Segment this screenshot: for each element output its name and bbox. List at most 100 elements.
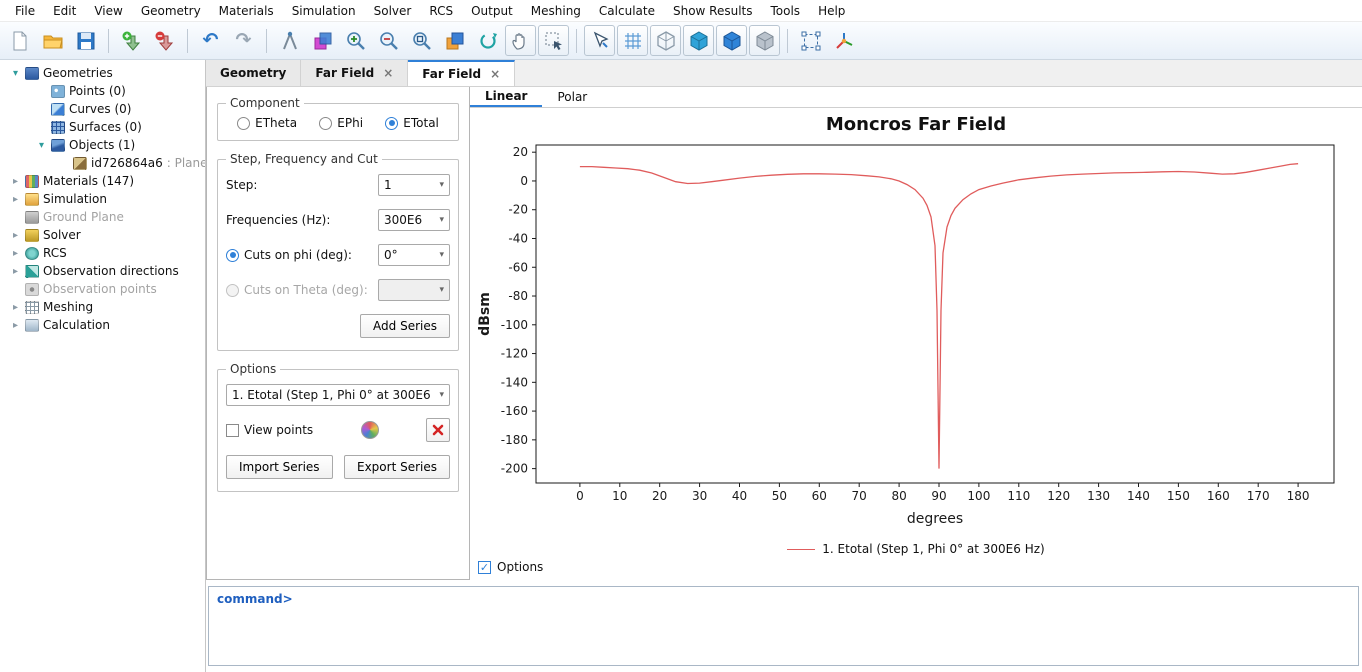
tree-item-curves[interactable]: Curves (0)	[0, 100, 205, 118]
options-checkbox[interactable]	[478, 561, 491, 574]
tree-item-materials[interactable]: Materials (147)	[0, 172, 205, 190]
series-dropdown[interactable]: 1. Etotal (Step 1, Phi 0° at 300E6 Hz)	[226, 384, 450, 406]
select-area-button[interactable]	[538, 25, 569, 56]
remove-item-button[interactable]	[149, 25, 180, 56]
chevron-right-icon[interactable]	[10, 320, 21, 331]
rcs-icon	[25, 247, 39, 260]
radio-ephi[interactable]: EPhi	[319, 116, 363, 130]
grid-button[interactable]	[617, 25, 648, 56]
tree-item-label: RCS	[43, 246, 67, 260]
pan-icon	[510, 30, 532, 52]
primitives-button[interactable]	[307, 25, 338, 56]
tree-item-calculation[interactable]: Calculation	[0, 316, 205, 334]
chevron-right-icon[interactable]	[10, 230, 21, 241]
tree-item-rcs[interactable]: RCS	[0, 244, 205, 262]
tree-item-label: Simulation	[43, 192, 107, 206]
tree-item-points[interactable]: Points (0)	[0, 82, 205, 100]
import-series-button[interactable]: Import Series	[226, 455, 333, 479]
chevron-right-icon[interactable]	[10, 266, 21, 277]
menu-geometry[interactable]: Geometry	[132, 2, 210, 20]
hidden-line-view-button[interactable]	[749, 25, 780, 56]
tab-polar[interactable]: Polar	[542, 87, 602, 107]
chevron-down-icon[interactable]	[10, 68, 21, 79]
tree-item-plane-object[interactable]: id726864a6 : Plane	[0, 154, 205, 172]
undo-button[interactable]: ↶	[195, 25, 226, 56]
pick-button[interactable]	[584, 25, 615, 56]
menu-file[interactable]: File	[6, 2, 44, 20]
radio-cuts-on-phi[interactable]: Cuts on phi (deg):	[226, 248, 352, 262]
phi-cut-dropdown[interactable]: 0°	[378, 244, 450, 266]
compass-button[interactable]	[274, 25, 305, 56]
svg-text:50: 50	[772, 489, 787, 503]
series-color-button[interactable]	[361, 421, 379, 439]
close-icon[interactable]	[490, 67, 500, 81]
zoom-window-button[interactable]	[406, 25, 437, 56]
svg-text:-120: -120	[501, 347, 528, 361]
tree-item-meshing[interactable]: Meshing	[0, 298, 205, 316]
frequencies-dropdown[interactable]: 300E6	[378, 209, 450, 231]
tree-item-surfaces[interactable]: Surfaces (0)	[0, 118, 205, 136]
new-file-button[interactable]	[4, 25, 35, 56]
rotate-view-button[interactable]	[472, 25, 503, 56]
menu-solver[interactable]: Solver	[365, 2, 421, 20]
layers-button[interactable]	[439, 25, 470, 56]
radio-etotal[interactable]: ETotal	[385, 116, 439, 130]
tree-item-objects[interactable]: Objects (1)	[0, 136, 205, 154]
theta-cut-dropdown	[378, 279, 450, 301]
svg-text:10: 10	[612, 489, 627, 503]
zoom-out-button[interactable]	[373, 25, 404, 56]
menu-view[interactable]: View	[85, 2, 131, 20]
zoom-in-button[interactable]	[340, 25, 371, 56]
step-dropdown[interactable]: 1	[378, 174, 450, 196]
menu-tools[interactable]: Tools	[762, 2, 810, 20]
command-console[interactable]: command>	[208, 586, 1359, 666]
chevron-down-icon[interactable]	[36, 140, 47, 151]
options-group: Options 1. Etotal (Step 1, Phi 0° at 300…	[217, 369, 459, 492]
tree-item-observation-directions[interactable]: Observation directions	[0, 262, 205, 280]
menu-rcs[interactable]: RCS	[420, 2, 462, 20]
axes-button[interactable]	[828, 25, 859, 56]
menu-simulation[interactable]: Simulation	[283, 2, 365, 20]
save-icon	[75, 30, 97, 52]
wireframe-view-button[interactable]	[650, 25, 681, 56]
menu-help[interactable]: Help	[809, 2, 854, 20]
add-series-button[interactable]: Add Series	[360, 314, 450, 338]
open-folder-button[interactable]	[37, 25, 68, 56]
solid-view-button[interactable]	[683, 25, 714, 56]
tab-geometry[interactable]: Geometry	[206, 60, 301, 86]
chevron-right-icon[interactable]	[10, 176, 21, 187]
radio-etheta[interactable]: ETheta	[237, 116, 297, 130]
tree-item-simulation[interactable]: Simulation	[0, 190, 205, 208]
tree-item-geometries[interactable]: Geometries	[0, 64, 205, 82]
objects-icon	[51, 139, 65, 152]
menu-calculate[interactable]: Calculate	[590, 2, 664, 20]
tab-linear[interactable]: Linear	[470, 87, 542, 107]
close-icon[interactable]	[383, 66, 393, 80]
export-series-button[interactable]: Export Series	[344, 455, 450, 479]
tree-item-solver[interactable]: Solver	[0, 226, 205, 244]
tab-far-field-2[interactable]: Far Field	[408, 60, 515, 86]
shaded-view-button[interactable]	[716, 25, 747, 56]
save-button[interactable]	[70, 25, 101, 56]
tree-item-observation-points[interactable]: Observation points	[0, 280, 205, 298]
radio-cuts-on-theta[interactable]: Cuts on Theta (deg):	[226, 283, 368, 297]
tab-label: Far Field	[422, 67, 481, 81]
redo-button[interactable]: ↷	[228, 25, 259, 56]
selection-box-button[interactable]	[795, 25, 826, 56]
menu-edit[interactable]: Edit	[44, 2, 85, 20]
simulation-icon	[25, 193, 39, 206]
menu-materials[interactable]: Materials	[210, 2, 283, 20]
menu-output[interactable]: Output	[462, 2, 522, 20]
tree-item-ground-plane[interactable]: Ground Plane	[0, 208, 205, 226]
menu-meshing[interactable]: Meshing	[522, 2, 590, 20]
meshing-icon	[25, 301, 39, 314]
delete-series-button[interactable]	[426, 418, 450, 442]
chevron-right-icon[interactable]	[10, 248, 21, 259]
add-item-button[interactable]	[116, 25, 147, 56]
pan-button[interactable]	[505, 25, 536, 56]
view-points-checkbox[interactable]: View points	[226, 423, 313, 437]
chevron-right-icon[interactable]	[10, 194, 21, 205]
tab-far-field-1[interactable]: Far Field	[301, 60, 408, 86]
menu-show-results[interactable]: Show Results	[664, 2, 762, 20]
chevron-right-icon[interactable]	[10, 302, 21, 313]
